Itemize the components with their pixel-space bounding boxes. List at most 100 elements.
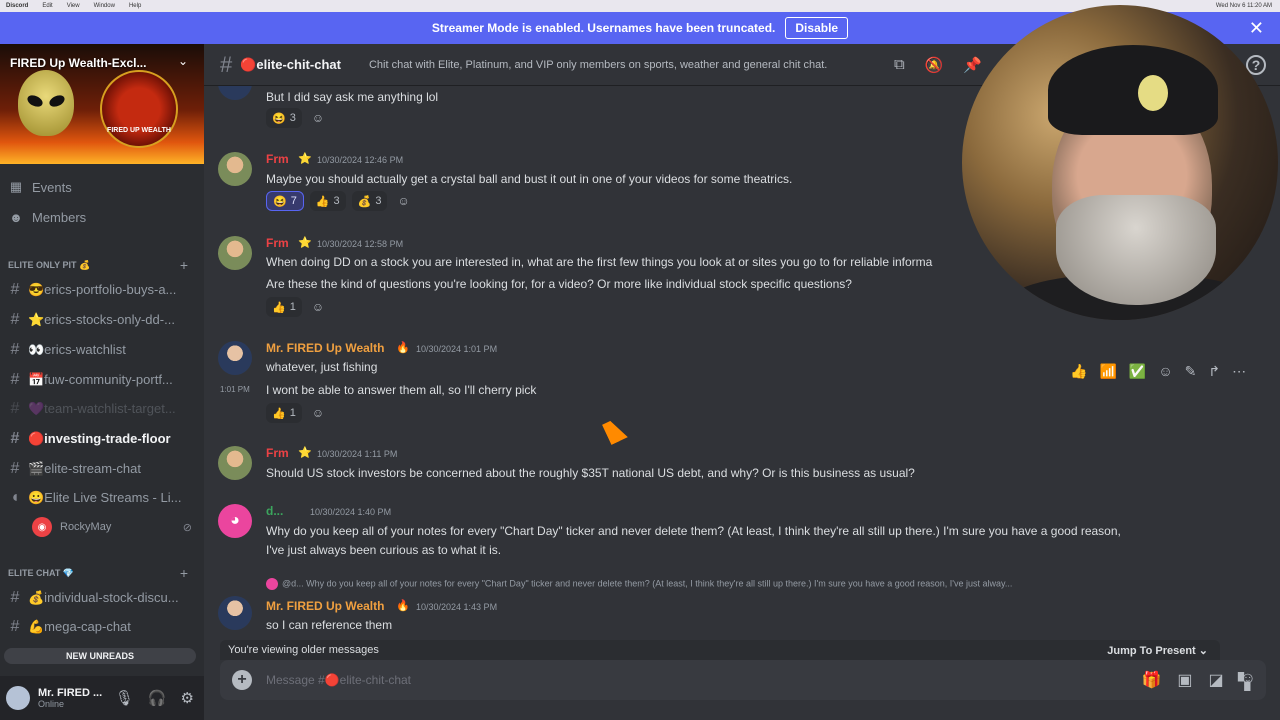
channel-mega-cap-chat[interactable]: # 💪mega-cap-chat [8, 614, 196, 640]
avatar[interactable] [218, 446, 252, 480]
avatar[interactable] [218, 86, 252, 100]
banner-text: Streamer Mode is enabled. Usernames have… [431, 21, 776, 35]
discord-icon[interactable]: ◕ [218, 504, 252, 538]
reply-preview[interactable]: @d... Why do you keep all of your notes … [266, 578, 1012, 590]
server-header[interactable]: FIRED UP WEALTH FIRED Up Wealth-Excl... … [0, 44, 204, 164]
channel-erics-watchlist[interactable]: # 👀erics-watchlist [8, 337, 196, 363]
threads-icon[interactable]: ⧉ [894, 56, 905, 74]
star-icon: ⭐ [298, 447, 312, 459]
message-time: 10/30/2024 1:40 PM [310, 507, 392, 517]
more-icon[interactable]: ⋯ [1232, 363, 1246, 380]
reply-icon[interactable]: ↱ [1208, 363, 1220, 380]
user-name: Mr. FIRED ... [38, 687, 103, 699]
channel-elite-live-streams[interactable]: ◖ 😀Elite Live Streams - Li... [8, 485, 196, 511]
check-icon[interactable]: ✅ [1129, 363, 1146, 380]
avatar[interactable] [218, 152, 252, 186]
sticker-icon[interactable]: ◪ [1209, 670, 1224, 690]
gift-icon[interactable]: 🎁 [1141, 670, 1161, 690]
menu-edit[interactable]: Edit [42, 3, 52, 9]
add-reaction-icon[interactable]: ☺ [308, 108, 328, 128]
message-text: so I can reference them [266, 618, 393, 632]
category-elite-chat[interactable]: ELITE CHAT 💎 + [8, 565, 188, 581]
webcam-overlay [962, 5, 1278, 320]
message-author[interactable]: Frm [266, 236, 289, 250]
headphones-icon[interactable]: 🎧 [148, 689, 167, 707]
plus-icon[interactable]: + [180, 257, 188, 273]
menu-view[interactable]: View [67, 3, 80, 9]
avatar[interactable] [218, 236, 252, 270]
reaction[interactable]: 👍 1 [266, 403, 302, 423]
hash-icon: # [10, 281, 20, 298]
jump-to-present-button[interactable]: Jump To Present ⌄ [1107, 644, 1208, 657]
alien-logo-icon [1138, 75, 1168, 111]
message-author[interactable]: Frm [266, 152, 289, 166]
avatar[interactable] [6, 686, 30, 710]
channel-erics-portfolio[interactable]: # 😎erics-portfolio-buys-a... [8, 277, 196, 303]
channel-investing-trade-floor[interactable]: # 🔴investing-trade-floor [8, 426, 196, 452]
plus-icon[interactable]: + [232, 670, 252, 690]
hash-icon: # [220, 51, 233, 77]
voice-user[interactable]: ◉ RockyMay ⊘ [32, 516, 192, 538]
app-menu[interactable]: Discord [6, 3, 28, 9]
alien-logo-icon [18, 70, 74, 136]
close-icon[interactable]: ✕ [1249, 18, 1264, 39]
add-reaction-icon[interactable]: ☺ [393, 191, 413, 211]
older-messages-bar: You're viewing older messages Jump To Pr… [220, 640, 1220, 660]
channel-team-watchlist[interactable]: # 💜team-watchlist-target... [8, 396, 196, 422]
message-time: 10/30/2024 12:58 PM [317, 239, 404, 249]
channel-fuw-community[interactable]: # 📅fuw-community-portf... [8, 367, 196, 393]
chart-icon[interactable]: 📶 [1099, 363, 1116, 380]
add-reaction-icon[interactable]: ☺ [308, 297, 328, 317]
disable-button[interactable]: Disable [785, 17, 849, 39]
gear-icon[interactable]: ⚙ [181, 689, 194, 707]
older-messages-text: You're viewing older messages [228, 644, 379, 656]
chevron-down-icon[interactable]: ⌄ [178, 54, 188, 68]
message-author[interactable]: Mr. FIRED Up Wealth [266, 599, 384, 613]
channel-topic[interactable]: Chit chat with Elite, Platinum, and VIP … [369, 59, 827, 71]
sidebar-item-label: Members [32, 209, 87, 225]
gif-icon[interactable]: ▣ [1177, 670, 1192, 690]
notifications-off-icon[interactable]: 🔕 [925, 56, 944, 74]
pin-icon[interactable]: 📌 [963, 56, 982, 74]
message-author[interactable]: d... [266, 504, 283, 518]
message-input[interactable]: Message #🔴elite-chit-chat [266, 673, 411, 687]
add-reaction-icon[interactable]: ☺ [308, 403, 328, 423]
sidebar-item-events[interactable]: ▦ Events [8, 176, 196, 198]
reaction[interactable]: 💰 3 [351, 191, 388, 211]
add-reaction-icon[interactable]: ☺ [1158, 363, 1172, 379]
message-text: whatever, just fishing [266, 360, 378, 374]
channel-elite-stream-chat[interactable]: # 🎬elite-stream-chat [8, 456, 196, 482]
message-text: But I did say ask me anything lol [266, 90, 439, 104]
plus-icon[interactable]: + [180, 565, 188, 581]
apps-icon[interactable]: ▚ [1238, 672, 1250, 692]
channel-individual-stock[interactable]: # 💰individual-stock-discu... [8, 585, 196, 611]
message-text: I've just always been curious as to what… [266, 543, 502, 557]
microphone-icon[interactable]: 🎙 [115, 689, 134, 707]
fire-icon: 🔥 [396, 342, 410, 354]
reaction[interactable]: 👍 3 [309, 191, 346, 211]
hash-icon: # [10, 589, 20, 606]
fired-up-wealth-logo: FIRED UP WEALTH [100, 70, 178, 148]
hash-icon: # [10, 618, 20, 635]
hash-icon: # [10, 430, 20, 447]
thumbs-up-icon[interactable]: 👍 [1070, 363, 1087, 380]
category-elite-only-pit[interactable]: ELITE ONLY PIT 💰 + [8, 257, 188, 273]
reaction[interactable]: 😆 7 [266, 191, 304, 211]
avatar[interactable] [218, 596, 252, 630]
message-text: When doing DD on a stock you are interes… [266, 255, 933, 269]
menu-window[interactable]: Window [94, 3, 115, 9]
reaction[interactable]: 👍 1 [266, 297, 302, 317]
avatar[interactable] [218, 341, 252, 375]
sidebar-item-members[interactable]: ☻ Members [8, 206, 196, 228]
menubar-clock: Wed Nov 6 11:20 AM [1215, 3, 1272, 9]
message-author[interactable]: Mr. FIRED Up Wealth [266, 341, 384, 355]
user-panel: Mr. FIRED ... Online 🎙 🎧 ⚙ [0, 676, 204, 720]
reaction[interactable]: 😆 3 [266, 108, 302, 128]
edit-icon[interactable]: ✎ [1185, 363, 1197, 380]
channel-erics-stocks[interactable]: # ⭐erics-stocks-only-dd-... [8, 307, 196, 333]
menu-help[interactable]: Help [129, 3, 141, 9]
new-unreads-pill[interactable]: NEW UNREADS [4, 648, 196, 664]
message-time: 10/30/2024 1:43 PM [416, 602, 498, 612]
message-time: 10/30/2024 1:01 PM [416, 344, 498, 354]
message-author[interactable]: Frm [266, 446, 289, 460]
